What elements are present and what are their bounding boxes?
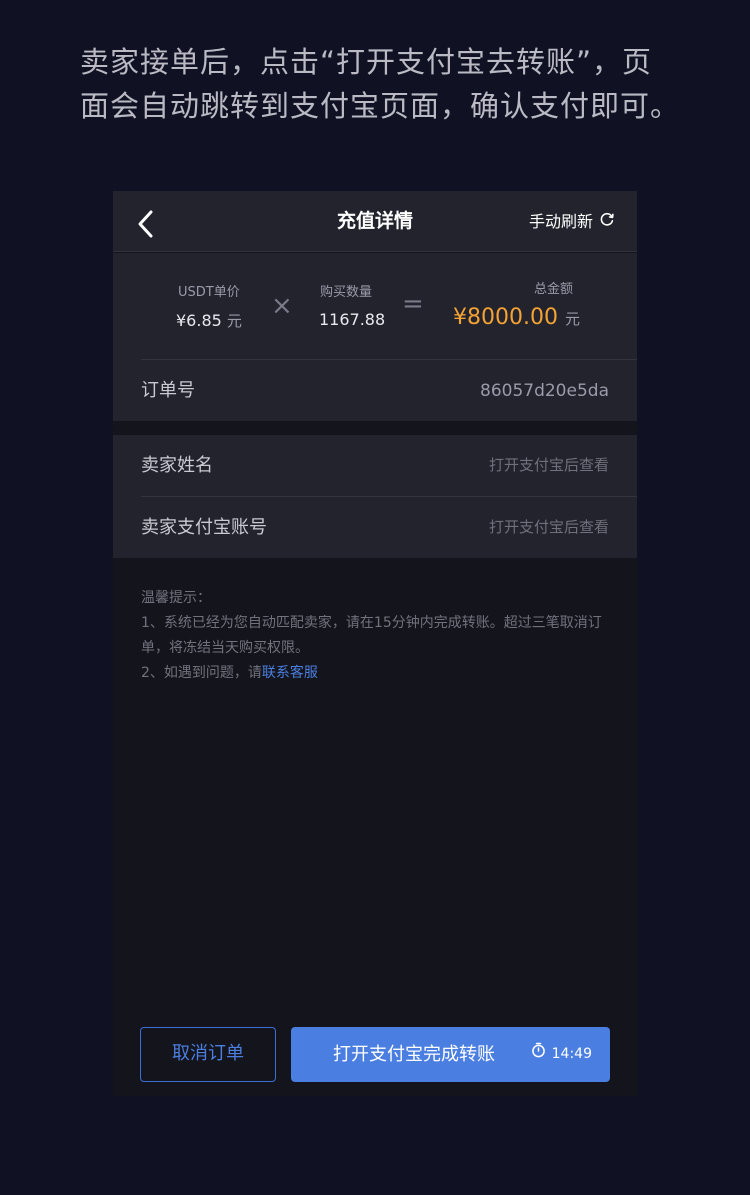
page: 卖家接单后，点击“打开支付宝去转账”，页面会自动跳转到支付宝页面，确认支付即可。… [0, 0, 750, 1195]
order-number-value: 86057d20e5da [480, 381, 609, 401]
quantity-label: 购买数量 [320, 285, 373, 300]
unit-price-unit: 元 [226, 312, 242, 330]
price-card: USDT单价 ¥6.85 元 × 购买数量 1167.88 = 总金额 ¥800… [113, 253, 637, 421]
countdown-timer: 14:49 [531, 1027, 592, 1082]
nav-bar: 充值详情 手动刷新 [113, 191, 637, 252]
seller-account-label: 卖家支付宝账号 [141, 517, 267, 538]
seller-name-hint: 打开支付宝后查看 [488, 456, 609, 474]
refresh-icon [593, 191, 615, 252]
unit-price-amount: ¥6.85 [176, 311, 222, 330]
instruction-text: 卖家接单后，点击“打开支付宝去转账”，页面会自动跳转到支付宝页面，确认支付即可。 [80, 45, 681, 123]
order-number-label: 订单号 [141, 380, 195, 401]
tips-title: 温馨提示： [141, 590, 211, 606]
unit-price-value: ¥6.85 元 [176, 310, 242, 331]
seller-account-row: 卖家支付宝账号 打开支付宝后查看 [113, 497, 637, 558]
equals-symbol: = [402, 289, 424, 319]
refresh-button[interactable]: 手动刷新 [529, 191, 615, 252]
phone-screen: 充值详情 手动刷新 USDT单价 ¥6.85 元 × 购买数量 1167.88 [113, 191, 637, 1096]
times-symbol: × [271, 291, 293, 321]
quantity-value: 1167.88 [319, 310, 386, 329]
total-value: ¥8000.00 元 [453, 305, 580, 330]
tips-line-1: 1、系统已经为您自动匹配卖家，请在15分钟内完成转账。超过三笔取消订单，将冻结当… [141, 615, 602, 656]
contact-support-link[interactable]: 联系客服 [262, 665, 318, 681]
open-alipay-button[interactable]: 打开支付宝完成转账 14:49 [291, 1027, 610, 1082]
tips-line-2: 2、如遇到问题，请联系客服 [141, 661, 611, 686]
seller-name-label: 卖家姓名 [141, 455, 213, 476]
seller-account-hint: 打开支付宝后查看 [488, 518, 609, 536]
total-label: 总金额 [534, 282, 574, 297]
total-unit: 元 [564, 310, 580, 328]
seller-name-row: 卖家姓名 打开支付宝后查看 [113, 435, 637, 496]
unit-price-label: USDT单价 [178, 285, 240, 300]
refresh-label: 手动刷新 [528, 212, 593, 231]
total-amount: ¥8000.00 [453, 305, 558, 330]
cancel-order-button[interactable]: 取消订单 [140, 1027, 276, 1082]
tips-line-2-text: 2、如遇到问题，请 [141, 665, 262, 681]
countdown-value: 14:49 [551, 1046, 592, 1062]
stopwatch-icon [531, 1027, 552, 1082]
tips-block: 温馨提示： 1、系统已经为您自动匹配卖家，请在15分钟内完成转账。超过三笔取消订… [141, 586, 611, 686]
order-number-row: 订单号 86057d20e5da [113, 360, 637, 422]
open-alipay-label: 打开支付宝完成转账 [333, 1044, 495, 1065]
seller-card: 卖家姓名 打开支付宝后查看 卖家支付宝账号 打开支付宝后查看 [113, 435, 637, 558]
